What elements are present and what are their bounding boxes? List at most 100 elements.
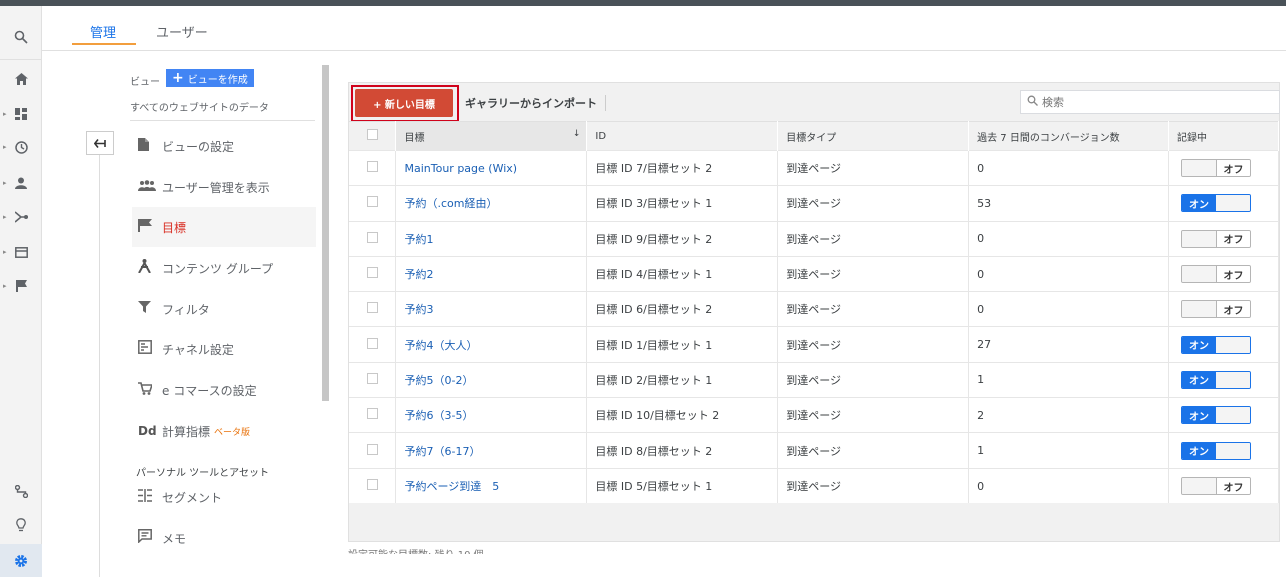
acquisition-icon[interactable]: ▸ xyxy=(0,202,42,232)
goal-id-cell: 目標 ID 3/目標セット 1 xyxy=(586,185,779,222)
new-goal-button[interactable]: + 新しい目標 xyxy=(355,89,453,117)
recording-toggle[interactable]: オン xyxy=(1180,335,1251,354)
flag-icon xyxy=(132,218,162,236)
goals-toolbar: + 新しい目標 ギャラリーからインポート xyxy=(349,83,1280,122)
person-icon[interactable]: ▸ xyxy=(0,168,42,198)
lightbulb-icon[interactable] xyxy=(0,510,42,540)
row-checkbox[interactable] xyxy=(367,372,378,384)
column-header-id[interactable]: ID xyxy=(586,121,779,151)
row-checkbox[interactable] xyxy=(367,337,378,349)
nav-item-goals[interactable]: 目標 xyxy=(132,207,316,247)
goal-name-link[interactable]: MainTour page (Wix) xyxy=(395,149,588,186)
goal-name-link[interactable]: 予約7（6-17） xyxy=(395,432,588,469)
row-checkbox[interactable] xyxy=(367,231,378,243)
toggle-on-label: オン xyxy=(1181,371,1216,388)
recording-cell: オフ xyxy=(1168,291,1280,327)
row-checkbox[interactable] xyxy=(367,302,378,314)
gear-icon[interactable] xyxy=(0,544,42,577)
recording-cell: オフ xyxy=(1168,467,1280,504)
search-icon[interactable] xyxy=(0,22,42,52)
nav-item-calculated-metrics[interactable]: Dd 計算指標 ベータ版 xyxy=(132,411,316,451)
view-selector[interactable]: すべてのウェブサイトのデータ xyxy=(130,99,315,121)
table-row: MainTour page (Wix) 目標 ID 7/目標セット 2 到達ページ 0… xyxy=(349,149,1280,186)
row-checkbox[interactable] xyxy=(367,196,378,208)
goal-name-link[interactable]: 予約3 xyxy=(395,291,588,327)
toggle-knob xyxy=(1181,266,1216,283)
dashboard-icon[interactable]: ▸ xyxy=(0,99,42,129)
view-panel-scrollbar[interactable] xyxy=(322,65,329,401)
column-header-goal[interactable]: 目標 ↓ xyxy=(395,121,588,151)
nav-item-notes[interactable]: メモ xyxy=(132,518,316,558)
toggle-knob xyxy=(1215,371,1250,388)
nav-item-view-settings[interactable]: ビューの設定 xyxy=(132,126,316,166)
conversions-cell: 1 xyxy=(968,361,1169,398)
recording-toggle[interactable]: オフ xyxy=(1180,477,1251,496)
goal-type-cell: 到達ページ xyxy=(777,432,970,469)
view-label: ビュー xyxy=(130,77,160,88)
recording-cell: オフ xyxy=(1168,220,1280,257)
goal-name-link[interactable]: 予約1 xyxy=(395,220,588,257)
recording-cell: オン xyxy=(1168,326,1280,363)
nav-item-label: 目標 xyxy=(162,220,187,235)
row-select-cell xyxy=(349,149,397,186)
recording-toggle[interactable]: オフ xyxy=(1180,265,1251,284)
goal-id-cell: 目標 ID 8/目標セット 2 xyxy=(586,432,779,469)
attribution-icon[interactable] xyxy=(0,476,42,506)
row-checkbox[interactable] xyxy=(367,267,378,279)
goal-name-link[interactable]: 予約（.com経由） xyxy=(395,185,588,222)
recording-toggle[interactable]: オン xyxy=(1180,194,1251,213)
recording-toggle[interactable]: オフ xyxy=(1180,300,1251,319)
recording-toggle[interactable]: オン xyxy=(1180,370,1251,389)
behavior-icon[interactable]: ▸ xyxy=(0,237,42,267)
people-icon xyxy=(132,179,162,195)
goal-name-link[interactable]: 予約2 xyxy=(395,255,588,292)
toggle-off-label: オフ xyxy=(1215,301,1250,318)
goal-id-cell: 目標 ID 10/目標セット 2 xyxy=(586,397,779,433)
goal-name-link[interactable]: 予約4（大人） xyxy=(395,326,588,363)
create-view-button[interactable]: + ビューを作成 xyxy=(166,69,254,87)
tab-user[interactable]: ユーザー xyxy=(156,22,208,41)
nav-item-user-management[interactable]: ユーザー管理を表示 xyxy=(132,167,316,207)
recording-toggle[interactable]: オフ xyxy=(1180,159,1251,178)
goals-remaining-note: 設定可能な目標数: 残り 10 個 xyxy=(348,546,484,554)
clock-icon[interactable]: ▸ xyxy=(0,132,42,162)
column-header-type[interactable]: 目標タイプ xyxy=(777,121,970,151)
nav-item-content-grouping[interactable]: コンテンツ グループ xyxy=(132,248,316,288)
goal-type-cell: 到達ページ xyxy=(777,220,970,257)
row-checkbox[interactable] xyxy=(367,479,378,491)
toggle-knob xyxy=(1181,478,1216,495)
goal-id-cell: 目標 ID 6/目標セット 2 xyxy=(586,291,779,327)
import-from-gallery-button[interactable]: ギャラリーからインポート xyxy=(465,95,606,111)
recording-toggle[interactable]: オフ xyxy=(1180,229,1251,248)
recording-toggle[interactable]: オン xyxy=(1180,406,1251,425)
search-box xyxy=(1020,90,1280,114)
row-select-cell xyxy=(349,220,397,257)
recording-toggle[interactable]: オン xyxy=(1180,441,1251,460)
select-all-checkbox[interactable] xyxy=(367,129,378,140)
goal-name-link[interactable]: 予約6（3-5） xyxy=(395,397,588,433)
goal-name-link[interactable]: 予約ページ到達 5 xyxy=(395,467,588,504)
nav-item-channel-settings[interactable]: チャネル設定 xyxy=(132,329,316,369)
back-arrow-icon[interactable] xyxy=(86,131,114,155)
table-row: 予約2 目標 ID 4/目標セット 1 到達ページ 0 オフ xyxy=(349,255,1280,292)
nav-item-label: e コマースの設定 xyxy=(162,383,257,398)
nav-item-filters[interactable]: フィルタ xyxy=(132,289,316,329)
home-icon[interactable] xyxy=(0,64,42,94)
row-checkbox[interactable] xyxy=(367,443,378,455)
toggle-on-label: オン xyxy=(1181,336,1216,353)
goal-name-link[interactable]: 予約5（0-2） xyxy=(395,361,588,398)
goals-table: 目標 ↓ ID 目標タイプ 過去 7 日間のコンバージョン数 記録中 MainTo… xyxy=(349,121,1280,504)
tab-admin[interactable]: 管理 xyxy=(90,22,116,41)
table-row: 予約5（0-2） 目標 ID 2/目標セット 1 到達ページ 1 オン xyxy=(349,361,1280,398)
nav-item-ecommerce-settings[interactable]: e コマースの設定 xyxy=(132,370,316,410)
row-select-cell xyxy=(349,291,397,327)
row-checkbox[interactable] xyxy=(367,161,378,173)
goals-table-body: MainTour page (Wix) 目標 ID 7/目標セット 2 到達ページ 0… xyxy=(349,149,1280,504)
segment-icon xyxy=(132,488,162,506)
goal-type-cell: 到達ページ xyxy=(777,185,970,222)
row-checkbox[interactable] xyxy=(367,408,378,420)
nav-item-segments[interactable]: セグメント xyxy=(132,477,316,517)
conversions-flag-icon[interactable]: ▸ xyxy=(0,271,42,301)
column-header-conversions[interactable]: 過去 7 日間のコンバージョン数 xyxy=(968,121,1169,151)
search-input[interactable] xyxy=(1042,95,1262,109)
